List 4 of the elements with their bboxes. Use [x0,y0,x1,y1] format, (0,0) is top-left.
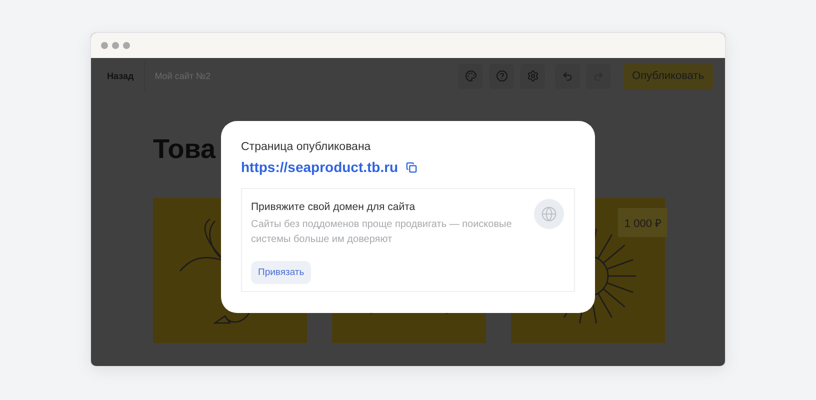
domain-card-description: Сайты без поддоменов проще продвигать — поисковые системы больше им доверяют [251,218,513,247]
domain-card-title: Привяжите свой домен для сайта [251,201,416,213]
dialog-title: Страница опубликована [241,141,372,153]
price-tag: 1 000 ₽ [618,208,667,237]
